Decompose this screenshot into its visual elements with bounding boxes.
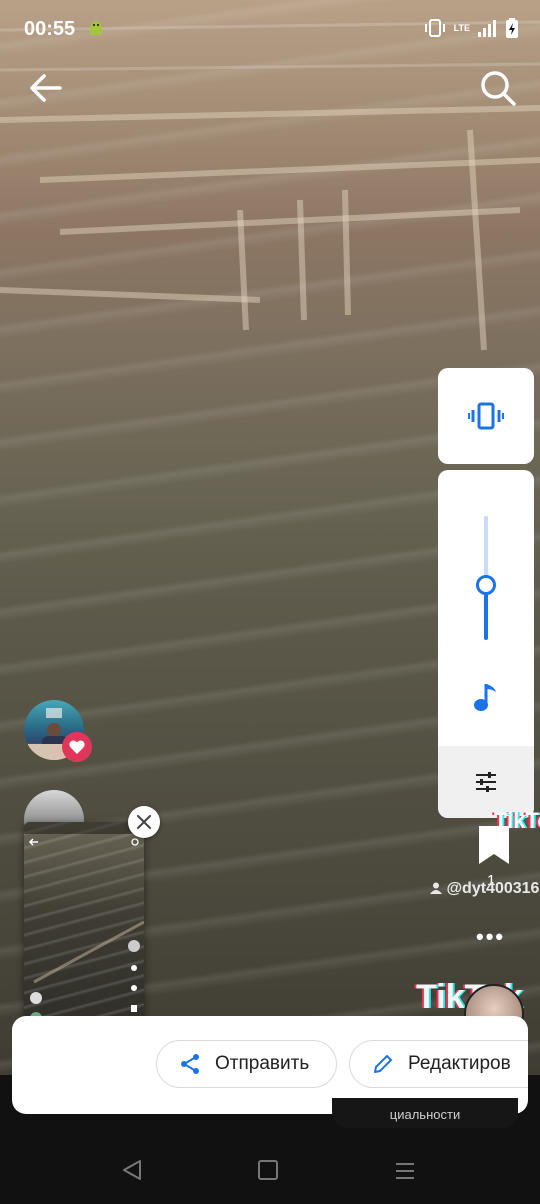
search-button[interactable] — [476, 66, 520, 110]
tune-icon — [476, 772, 496, 792]
signal-icon — [478, 20, 496, 37]
close-icon — [137, 815, 151, 829]
nav-back-icon[interactable] — [120, 1158, 144, 1182]
bookmark-icon[interactable] — [476, 824, 512, 866]
nav-home-button[interactable] — [258, 1160, 278, 1180]
close-thumbnail-button[interactable] — [128, 806, 160, 838]
edit-button[interactable]: Редактиров — [349, 1040, 528, 1088]
back-arrow-button[interactable] — [26, 68, 66, 108]
privacy-label: циальности — [332, 1098, 518, 1128]
music-note-icon — [474, 684, 496, 711]
nav-menu-icon[interactable] — [394, 1160, 416, 1182]
like-badge[interactable] — [62, 732, 92, 762]
send-button-label: Отправить — [215, 1053, 310, 1074]
username-label: @dyt4003165 — [430, 880, 540, 898]
more-options-button[interactable]: ••• — [476, 924, 505, 950]
battery-charging-icon — [506, 18, 518, 38]
system-nav-bar — [0, 1140, 540, 1204]
android-debug-icon — [90, 21, 102, 35]
pencil-icon — [374, 1055, 392, 1073]
status-icons: LTE — [424, 18, 518, 38]
status-bar: 00:55 LTE — [0, 0, 540, 60]
volume-panel — [438, 470, 534, 818]
volume-slider-knob[interactable] — [476, 575, 496, 596]
share-icon — [181, 1054, 199, 1074]
edit-button-label: Редактиров — [408, 1053, 511, 1074]
network-type-label: LTE — [453, 22, 470, 33]
status-time: 00:55 — [24, 18, 76, 40]
heart-icon — [69, 740, 85, 754]
send-button[interactable]: Отправить — [156, 1040, 337, 1088]
user-icon — [430, 882, 442, 894]
username-text: @dyt4003165 — [446, 880, 540, 897]
vibrate-icon — [468, 402, 504, 430]
vibrate-mode-button[interactable] — [438, 368, 534, 464]
vibrate-status-icon — [424, 19, 445, 37]
